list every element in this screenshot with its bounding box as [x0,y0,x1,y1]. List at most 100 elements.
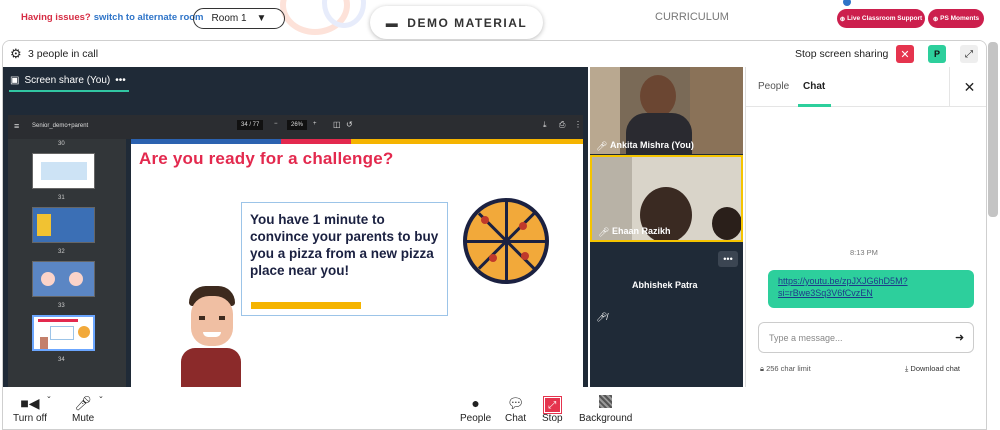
video-panel: 🎤︎ Ankita Mishra (You) 🎤︎ Ehaan Razikh •… [590,67,743,387]
call-window: ⚙ 3 people in call Stop screen sharing ✕… [2,40,987,430]
chat-label: Chat [505,413,527,424]
zoom-out-icon[interactable]: − [274,121,278,127]
fit-page-icon[interactable]: ◫ [333,120,341,129]
participant-name: Ankita Mishra (You) [610,140,694,150]
screen-share-tab[interactable]: ▣ Screen share (You) ••• [10,75,126,86]
tab-people[interactable]: People [758,81,789,92]
video-label: Turn off [13,413,47,424]
chat-icon: 💬︎ [506,395,525,411]
background-button[interactable]: Background [579,395,632,424]
page-scrollbar[interactable] [988,42,998,217]
print-icon[interactable]: ⎙ [559,120,565,130]
thumbnail[interactable] [32,207,95,243]
yellow-underline [251,302,361,309]
mic-icon: 🎤︎ [598,227,610,237]
presentation-slide: Are you ready for a challenge? You have … [131,139,583,396]
thumb-number: 30 [58,141,65,147]
more-icon[interactable]: ••• [115,75,126,86]
chat-input[interactable]: Type a message... [758,322,974,353]
ps-moments-button[interactable]: ⊕ PS Moments [928,9,984,28]
mute-label: Mute [72,413,95,424]
screen-icon: ▣ [10,75,20,86]
chat-button[interactable]: 💬︎ Chat [505,395,526,424]
page-indicator[interactable]: 34 / 77 [237,120,264,130]
char-limit-label: 256 char limit [766,364,811,373]
issue-notice: Having issues? switch to alternate room [21,12,204,23]
rotate-icon[interactable]: ↺ [346,120,353,129]
char-limit: 🔒︎ 256 char limit [760,364,811,374]
video-tile-abhishek[interactable]: ••• Abhishek Patra 🎤︎̸ [590,244,743,331]
speech-bubble: You have 1 minute to convince your paren… [241,202,448,316]
message-timestamp: 8:13 PM [850,248,878,257]
stop-sharing-label: Stop screen sharing [795,48,889,60]
plus-icon: ⊕ [839,15,848,23]
share-tab-label: Screen share (You) [24,75,111,86]
expand-icon[interactable]: ⤢ [960,45,978,63]
demo-material-button[interactable]: ▬ DEMO MATERIAL [370,6,543,39]
download-label: Download chat [910,364,961,373]
background-icon [599,395,613,408]
pizza-icon [463,198,549,284]
room-label: Room 1 [211,13,247,24]
thumb-number: 31 [58,195,65,201]
thumbnail-active[interactable] [32,315,95,351]
thumbnail[interactable] [32,153,95,189]
thumb-number: 32 [58,249,65,255]
tab-underline [9,90,129,92]
curriculum-tab[interactable]: CURRICULUM [655,11,729,23]
boy-illustration [181,286,241,396]
thumb-number: 33 [58,303,65,309]
chat-message-link[interactable]: https://youtu.be/zpJXJG6hD5M?si=rBwe3Sq3… [768,270,974,308]
zoom-in-icon[interactable]: + [313,121,317,127]
mic-muted-icon: 🎤︎̸ [596,312,608,322]
background-label: Background [579,413,633,424]
video-tile-ehaan[interactable]: 🎤︎ Ehaan Razikh [590,155,743,242]
top-header: Having issues? switch to alternate room R… [0,0,1000,40]
room-select[interactable]: Room 1 ▼ [193,8,285,29]
more-icon[interactable]: ••• [718,251,738,267]
send-icon[interactable]: ➜ [955,331,964,344]
folder-icon: ▬ [385,15,400,30]
close-icon[interactable]: ✕ [949,67,986,107]
video-tile-ankita[interactable]: 🎤︎ Ankita Mishra (You) [590,67,743,154]
control-bar: ■◀ Turn off ⌄ 🎤︎ Mute ⌄ ● People 💬︎ Chat ⤢ St… [3,387,986,429]
call-bar: ⚙ 3 people in call Stop screen sharing ✕… [3,41,986,67]
pdf-filename: Senior_demo+parent [32,123,89,129]
gear-icon[interactable]: ⚙ [10,46,22,62]
slide-bar [351,139,583,144]
chat-panel: People Chat ✕ 8:13 PM https://youtu.be/z… [745,67,986,387]
tab-chat[interactable]: Chat [803,81,825,92]
live-support-button[interactable]: ⊕ Live Classroom Support [837,9,925,28]
screen-share-area: ▣ Screen share (You) ••• ≡ Senior_demo+par… [3,67,588,396]
slide-bar [131,139,281,144]
mic-icon: 🎤︎ [74,395,92,411]
participant-name: Abhishek Patra [632,280,698,290]
download-chat-button[interactable]: ⤓ Download chat [905,364,960,374]
ps-moments-label: PS Moments [940,15,980,22]
download-icon[interactable]: ⤓ [543,120,547,130]
stop-button[interactable]: ⤢ Stop [542,395,563,424]
menu-icon[interactable]: ≡ [14,121,19,131]
tab-underline [798,104,831,107]
mute-button[interactable]: 🎤︎ Mute [72,395,94,424]
people-button[interactable]: ● People [460,395,491,424]
more-icon[interactable]: ⋮ [574,120,582,129]
close-icon: ✕ [900,48,910,61]
switch-room-link[interactable]: switch to alternate room [94,12,204,23]
stop-share-icon: ⤢ [542,396,562,414]
people-label: People [460,413,492,424]
person-icon: ● [471,395,480,411]
zoom-level[interactable]: 26% [287,120,308,130]
participant-avatar[interactable]: P [928,45,946,63]
chat-tabs: People Chat ✕ [746,67,986,107]
indicator-dot [843,0,851,6]
thumbnail[interactable] [32,261,95,297]
chevron-down-icon[interactable]: ⌄ [46,392,52,400]
slide-body: You have 1 minute to convince your paren… [250,212,439,278]
participant-name: Ehaan Razikh [612,226,671,236]
video-toggle-button[interactable]: ■◀ Turn off [13,395,47,424]
pdf-thumbnails: 30 31 32 33 34 [8,139,126,396]
slide-title: Are you ready for a challenge? [139,149,394,168]
chevron-down-icon[interactable]: ⌄ [98,392,104,400]
stop-sharing-button[interactable]: ✕ [896,45,914,63]
